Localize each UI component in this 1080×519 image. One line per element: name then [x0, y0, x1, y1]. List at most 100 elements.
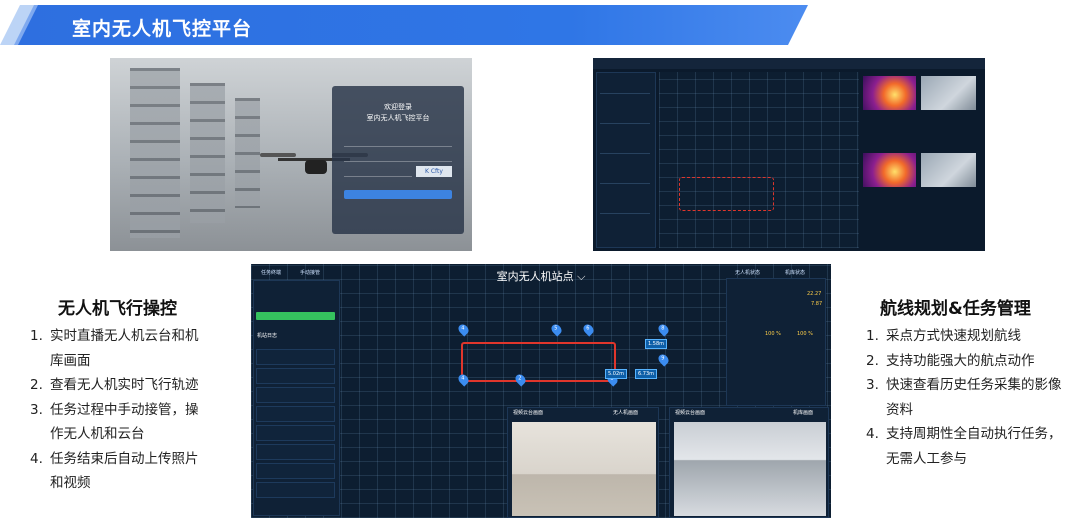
item-text: 库画面: [50, 352, 91, 369]
log-item[interactable]: [256, 368, 335, 384]
item-text: 支持周期性全自动执行任务，: [886, 426, 1062, 442]
site-title[interactable]: 室内无人机站点 ⌵: [461, 268, 621, 284]
camera-title: 视频云台画面: [513, 410, 544, 416]
stat-value: 100 %: [765, 331, 781, 337]
left-heading: 无人机飞行操控: [58, 299, 177, 319]
item-text: 和视频: [50, 475, 91, 491]
floor-plan-map[interactable]: [659, 72, 859, 248]
item-number: 4.: [30, 450, 43, 467]
list-divider: [600, 123, 650, 124]
captcha-image[interactable]: K Cfty: [416, 166, 452, 177]
item-text: 无需人工参与: [886, 450, 967, 467]
password-field[interactable]: [344, 151, 452, 162]
list-item: 2. 支持功能强大的航点动作: [866, 349, 1062, 374]
item-text: 任务过程中手动接管，操: [50, 401, 199, 418]
login-screenshot: 欢迎登录 室内无人机飞控平台 K Cfty: [110, 58, 472, 251]
item-text: 支持功能强大的航点动作: [886, 352, 1035, 369]
left-feature-list: 1. 实时直播无人机云台和机 库画面 2. 查看无人机实时飞行轨迹 3. 任务过程中手动…: [30, 324, 199, 496]
item-text: 实时直播无人机云台和机: [50, 328, 199, 344]
monitoring-screenshot: [593, 58, 985, 251]
monitoring-topbar: [593, 58, 985, 69]
tab-task-terminal[interactable]: 任务终端: [257, 267, 285, 279]
captcha-field[interactable]: [344, 166, 412, 177]
site-photo[interactable]: [921, 76, 976, 110]
waypoint-number: 6: [586, 325, 590, 332]
list-item: 3. 任务过程中手动接管，操 作无人机和云台: [30, 398, 199, 447]
log-item[interactable]: [256, 444, 335, 460]
warehouse-shelf: [130, 68, 180, 238]
waypoint-number: 9: [661, 355, 665, 362]
list-item: 4. 支持周期性全自动执行任务， 无需人工参与: [866, 422, 1062, 471]
username-field[interactable]: [344, 136, 452, 147]
list-item: 2. 查看无人机实时飞行轨迹: [30, 373, 199, 398]
log-title: 机站日志: [257, 333, 278, 339]
item-number: 1.: [866, 328, 879, 344]
item-number: 2.: [30, 377, 43, 393]
item-text: 资料: [886, 401, 913, 418]
list-divider: [600, 183, 650, 184]
control-screenshot: 任务终端 手动接管 室内无人机站点 ⌵ 无人机状态 机库状态 机站日志 4 5 …: [251, 264, 831, 518]
tab-manual-takeover[interactable]: 手动接管: [296, 267, 324, 279]
page-title: 室内无人机飞控平台: [72, 18, 253, 40]
item-text: 查看无人机实时飞行轨迹: [50, 377, 199, 393]
log-item[interactable]: [256, 463, 335, 479]
thermal-image[interactable]: [863, 76, 916, 110]
item-text: 采点方式快速规划航线: [886, 328, 1021, 344]
log-item[interactable]: [256, 406, 335, 422]
right-feature-list: 1. 采点方式快速规划航线 2. 支持功能强大的航点动作 3. 快速查看历史任务采集的…: [866, 324, 1062, 471]
item-text: 任务结束后自动上传照片: [50, 450, 199, 467]
login-panel: 欢迎登录 室内无人机飞控平台 K Cfty: [332, 86, 464, 234]
login-button[interactable]: [344, 190, 452, 199]
camera-title: 机库画面: [793, 410, 814, 416]
right-heading: 航线规划&任务管理: [880, 299, 1031, 319]
item-number: 2.: [866, 352, 879, 369]
waypoint-number: 4: [461, 325, 465, 332]
site-photo[interactable]: [921, 153, 976, 187]
waypoint-number: 5: [554, 325, 558, 332]
drone-icon: [305, 160, 327, 174]
item-number: 1.: [30, 328, 43, 344]
list-item: 3. 快速查看历史任务采集的影像 资料: [866, 373, 1062, 422]
camera-panel[interactable]: 视频云台画面 机库画面: [669, 407, 829, 518]
log-item[interactable]: [256, 349, 335, 365]
waypoint-number: 8: [661, 325, 665, 332]
item-text: 快速查看历史任务采集的影像: [886, 377, 1062, 393]
stat-value: 22.27: [807, 291, 822, 297]
drone-rotor: [260, 153, 296, 157]
site-title-text: 室内无人机站点: [496, 270, 574, 283]
item-number: 3.: [30, 401, 43, 418]
login-platform-name: 室内无人机飞控平台: [366, 114, 430, 122]
list-item: 1. 实时直播无人机云台和机 库画面: [30, 324, 199, 373]
camera-panel[interactable]: 视频云台画面 无人机画面: [507, 407, 659, 518]
distance-label: 5.02m: [605, 369, 628, 379]
camera-title: 无人机画面: [613, 410, 639, 416]
log-item[interactable]: [256, 425, 335, 441]
log-item[interactable]: [256, 482, 335, 498]
flight-route: [679, 177, 774, 211]
list-item: 1. 采点方式快速规划航线: [866, 324, 1062, 349]
chevron-down-icon: ⌵: [577, 270, 586, 283]
camera-feed: [512, 422, 656, 516]
warehouse-shelf: [235, 98, 260, 208]
drone-status-panel: 22.27 7.87 100 % 100 %: [726, 278, 826, 406]
item-number: 3.: [866, 377, 879, 393]
camera-title: 视频云台画面: [675, 410, 706, 416]
list-divider: [600, 153, 650, 154]
header-banner: 室内无人机飞控平台: [0, 0, 1080, 52]
execute-task-button[interactable]: [256, 312, 335, 320]
thermal-image[interactable]: [863, 153, 916, 187]
item-text: 作无人机和云台: [50, 426, 145, 442]
warehouse-shelf: [190, 83, 225, 223]
login-welcome: 欢迎登录: [384, 103, 412, 111]
stat-value: 7.87: [811, 301, 823, 307]
waypoint-number: 2: [518, 375, 522, 382]
list-divider: [600, 213, 650, 214]
record-list-panel: [596, 72, 656, 248]
flight-route: [461, 342, 616, 382]
distance-label: 1.58m: [645, 339, 668, 349]
item-number: 4.: [866, 426, 879, 442]
log-item[interactable]: [256, 387, 335, 403]
camera-feed: [674, 422, 826, 516]
waypoint-number: 4: [461, 375, 465, 382]
distance-label: 6.73m: [635, 369, 658, 379]
